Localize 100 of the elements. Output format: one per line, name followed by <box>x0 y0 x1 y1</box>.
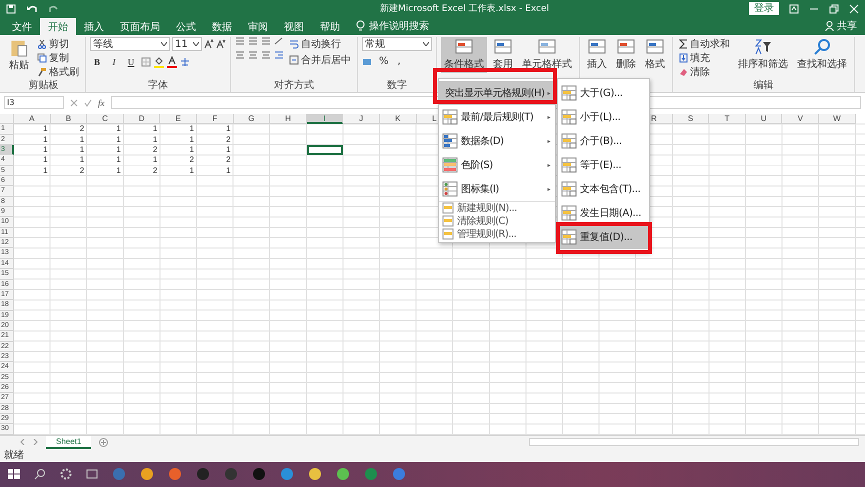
sort-filter-button[interactable]: 排序和筛选 <box>735 37 791 73</box>
column-header[interactable]: S <box>672 114 710 124</box>
column-header[interactable]: A <box>14 114 51 124</box>
column-header[interactable]: U <box>746 114 782 124</box>
column-header[interactable]: H <box>270 114 307 124</box>
search-icon <box>34 468 46 480</box>
column-header[interactable]: I <box>306 114 344 124</box>
tell-me-search[interactable]: 操作说明搜索 <box>369 19 429 33</box>
menu-item[interactable]: 重复值(D)... <box>558 225 649 249</box>
column-header[interactable]: V <box>782 114 820 124</box>
menu-item[interactable]: 管理规则(R)... <box>439 227 555 240</box>
cell-styles-button[interactable]: 单元格样式 <box>519 37 575 73</box>
paste-button[interactable]: 粘贴 <box>6 37 32 73</box>
menu-item[interactable]: 介于(B)... <box>558 129 649 153</box>
grow-font-icon <box>204 39 214 49</box>
menu-item[interactable]: 大于(G)... <box>558 81 649 105</box>
column-header[interactable]: D <box>124 114 160 124</box>
phonetic-icon <box>180 56 190 66</box>
underline-button[interactable]: U <box>124 55 138 68</box>
conditional-format-icon <box>454 38 474 56</box>
table-format-button[interactable]: 套用 <box>490 37 516 73</box>
menu-item[interactable]: 新建规则(N)... <box>439 201 555 214</box>
ribbon-tab[interactable]: 页面布局 <box>112 18 168 35</box>
fill-button[interactable]: 填充 <box>677 51 732 64</box>
ribbon-tab[interactable]: 视图 <box>276 18 312 35</box>
lightbulb-icon <box>356 20 365 32</box>
group-label: 对齐方式 <box>273 80 315 92</box>
insert-button[interactable]: 插入 <box>584 37 610 73</box>
table-cell-text: 2 <box>152 145 158 156</box>
ribbon-tab[interactable]: 开始 <box>40 18 76 35</box>
gear-icon <box>60 468 72 480</box>
percent-button[interactable]: % <box>377 55 391 68</box>
ribbon-tab[interactable]: 文件 <box>4 18 40 35</box>
share-button[interactable]: 共享 <box>837 19 857 33</box>
redo-icon <box>48 4 60 14</box>
check-icon <box>84 98 92 106</box>
scroll-right-icon <box>33 439 38 446</box>
ribbon-tab[interactable]: 帮助 <box>312 18 348 35</box>
table-cell-text: 1 <box>115 134 122 146</box>
find-select-button[interactable]: 查找和选择 <box>794 37 850 73</box>
menu-item[interactable]: 清除规则(C) <box>439 214 555 227</box>
rules-icon <box>442 181 458 197</box>
app-icon <box>168 467 182 482</box>
clear-button[interactable]: 清除 <box>677 65 732 78</box>
sheet-tab[interactable]: Sheet1 <box>46 436 92 449</box>
font-size-field[interactable]: 11 <box>172 37 202 51</box>
group-label: 剪贴板 <box>28 80 60 92</box>
select-all-corner[interactable] <box>0 114 14 124</box>
name-box[interactable]: I3 <box>4 96 64 109</box>
cut-button[interactable]: 剪切 <box>35 37 81 50</box>
number-format-field[interactable]: 常规 <box>362 37 432 51</box>
autosum-button[interactable]: 自动求和 <box>677 37 732 50</box>
cell-styles-icon <box>537 38 557 56</box>
menu-item[interactable]: 发生日期(A)... <box>558 201 649 225</box>
sign-in-button[interactable]: 登录 <box>749 2 779 15</box>
app-icon <box>364 467 378 482</box>
column-header[interactable]: E <box>160 114 197 124</box>
insert-cells-icon <box>587 38 607 56</box>
bold-button[interactable]: B <box>90 55 104 68</box>
rules-icon <box>442 214 454 226</box>
table-cell-text: 1 <box>115 155 122 166</box>
insert-function-button[interactable]: fx <box>98 98 104 108</box>
wrap-text-button[interactable]: 自动换行 <box>287 37 353 50</box>
ribbon-tab[interactable]: 插入 <box>76 18 112 35</box>
column-header[interactable]: F <box>196 114 234 124</box>
table-cell-text: 1 <box>42 124 49 135</box>
window-title: 新建Microsoft Excel 工作表.xlsx - Excel <box>378 2 550 15</box>
italic-button[interactable]: I <box>107 55 121 68</box>
column-header[interactable]: C <box>87 114 124 124</box>
copy-button[interactable]: 复制 <box>35 51 81 64</box>
restore-icon <box>829 4 839 14</box>
delete-button[interactable]: 删除 <box>613 37 639 73</box>
ribbon-tab[interactable]: 审阅 <box>240 18 276 35</box>
ribbon-tab[interactable]: 数据 <box>204 18 240 35</box>
column-header[interactable]: J <box>343 114 380 124</box>
format-painter-button[interactable]: 格式刷 <box>35 65 81 78</box>
table-cell-text: 2 <box>188 155 195 166</box>
font-name-field[interactable]: 等线 <box>90 37 170 51</box>
menu-item[interactable]: 文本包含(T)... <box>558 177 649 201</box>
comma-button[interactable]: , <box>396 55 403 68</box>
table-cell-text: 1 <box>78 145 86 156</box>
column-header[interactable]: T <box>709 114 746 124</box>
group-label: 字体 <box>147 80 169 92</box>
ribbon-tab[interactable]: 公式 <box>168 18 204 35</box>
column-header[interactable]: W <box>819 114 856 124</box>
add-sheet-icon <box>99 438 108 447</box>
fill-down-icon <box>679 52 688 62</box>
fill-color-icon <box>154 56 164 68</box>
table-cell-text: 1 <box>188 145 195 156</box>
eraser-icon <box>679 66 688 76</box>
column-header[interactable]: B <box>50 114 88 124</box>
person-icon <box>825 21 834 31</box>
horizontal-scrollbar[interactable] <box>529 438 859 446</box>
table-format-icon <box>493 38 513 56</box>
menu-item[interactable]: 等于(E)... <box>558 153 649 177</box>
format-button[interactable]: 格式 <box>642 37 668 73</box>
merge-center-button[interactable]: 合并后居中 <box>287 53 353 66</box>
column-header[interactable]: G <box>234 114 270 124</box>
column-header[interactable]: K <box>380 114 417 124</box>
table-cell-text: 2 <box>78 166 86 176</box>
